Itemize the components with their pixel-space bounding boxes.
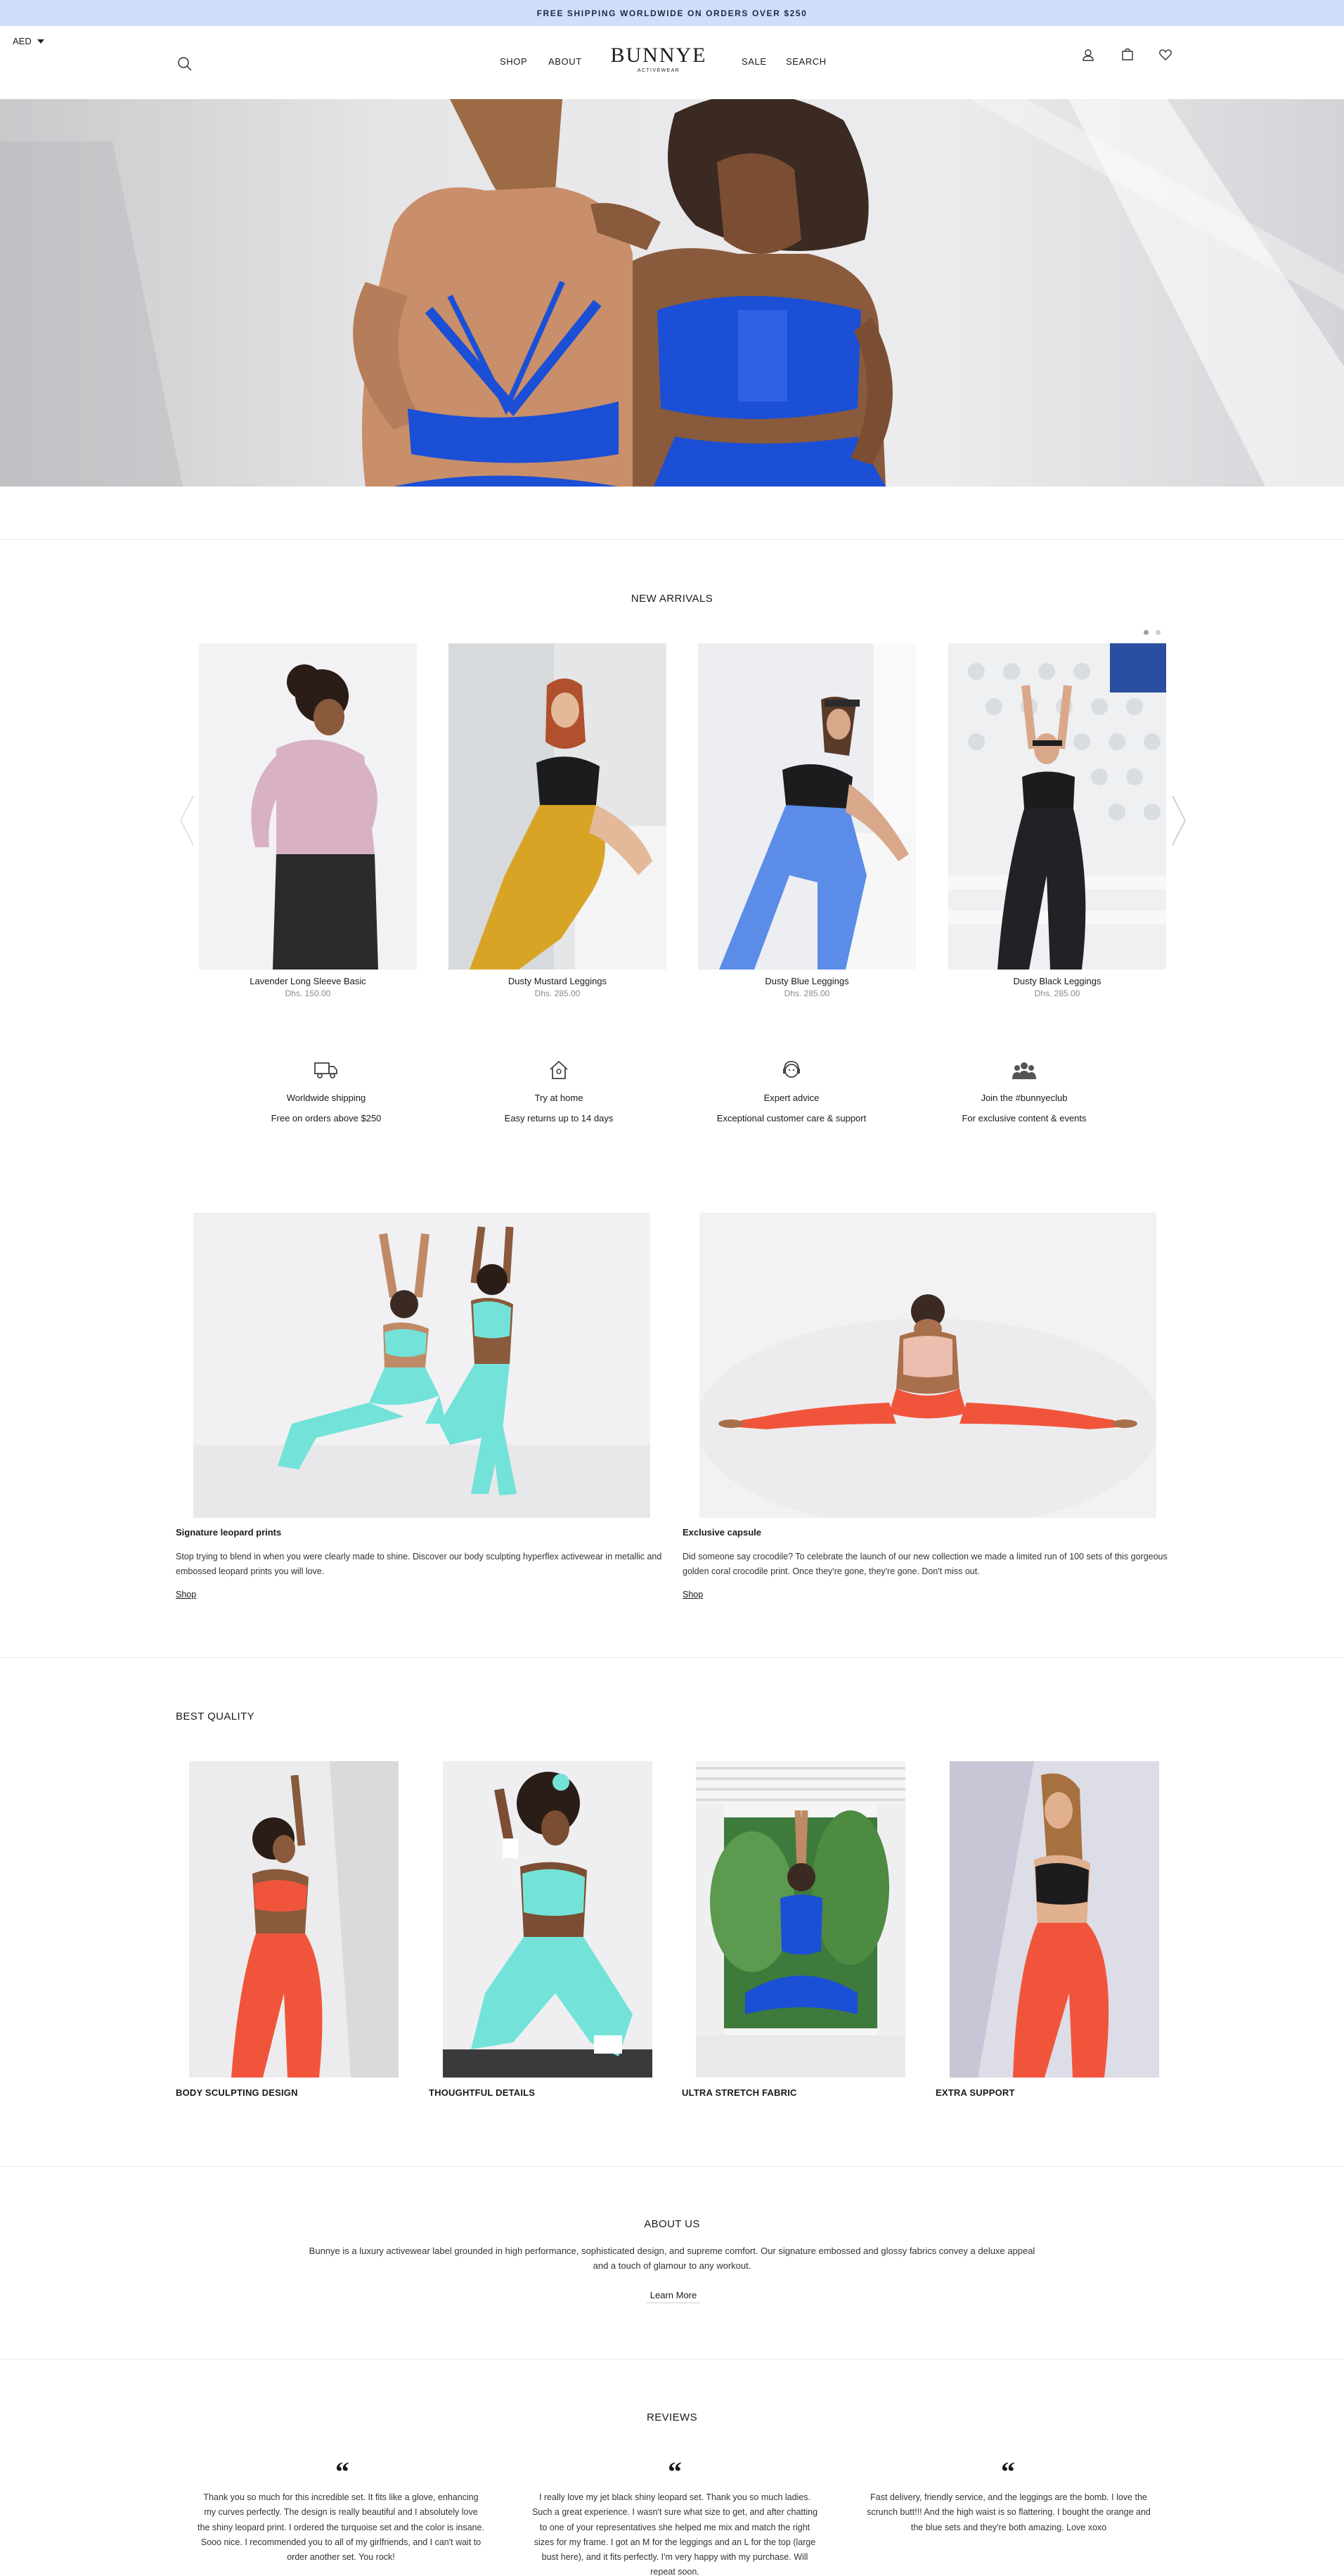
carousel-next-arrow[interactable]: [1170, 794, 1188, 846]
wishlist-icon[interactable]: [1156, 45, 1175, 65]
quality-label: ULTRA STRETCH FABRIC: [682, 2087, 797, 2098]
quality-image: [950, 1761, 1159, 2078]
promo-shop-link[interactable]: Shop: [683, 1590, 703, 1599]
product-name: Dusty Black Leggings: [1013, 976, 1101, 986]
product-card[interactable]: Lavender Long Sleeve Basic Dhs. 150.00: [199, 643, 417, 998]
search-icon[interactable]: [175, 54, 195, 74]
product-card[interactable]: Dusty Black Leggings Dhs. 285.00: [948, 643, 1166, 998]
quality-image: [696, 1761, 905, 2078]
feature-subtitle: Easy returns up to 14 days: [504, 1113, 614, 1123]
product-name: Dusty Blue Leggings: [765, 976, 849, 986]
logo-subtitle: ACTIVEWEAR: [637, 68, 680, 73]
learn-more-button[interactable]: Learn More: [647, 2288, 700, 2303]
product-image: [948, 643, 1166, 970]
carousel-dots: [1144, 630, 1161, 635]
quote-icon: “: [668, 2456, 682, 2487]
quality-card[interactable]: [189, 1761, 399, 2078]
announcement-bar: FREE SHIPPING WORLDWIDE ON ORDERS OVER $…: [0, 0, 1344, 26]
product-price: Dhs. 285.00: [1034, 988, 1080, 998]
site-header: AED SHOP ABOUT BUNNYE ACTIVEWEAR SALE SE…: [0, 26, 1344, 99]
brand-logo[interactable]: BUNNYE ACTIVEWEAR: [609, 44, 709, 74]
product-card[interactable]: Dusty Blue Leggings Dhs. 285.00: [698, 643, 916, 998]
feature-subtitle: Exceptional customer care & support: [716, 1113, 867, 1123]
product-image: [199, 643, 417, 970]
nav-shop[interactable]: SHOP: [500, 56, 527, 67]
quality-card[interactable]: [950, 1761, 1159, 2078]
feature-title: Join the #bunnyeclub: [981, 1093, 1068, 1103]
promo-image-capsule[interactable]: [699, 1213, 1156, 1518]
product-price: Dhs. 285.00: [534, 988, 581, 998]
quote-icon: “: [335, 2456, 349, 2487]
cart-icon[interactable]: [1118, 44, 1137, 64]
review-text: Fast delivery, friendly service, and the…: [867, 2492, 1151, 2532]
announcement-text: FREE SHIPPING WORLDWIDE ON ORDERS OVER $…: [536, 8, 808, 18]
quality-label: BODY SCULPTING DESIGN: [176, 2087, 298, 2098]
review-text: Thank you so much for this incredible se…: [198, 2492, 484, 2562]
promo-body: Did someone say crocodile? To celebrate …: [683, 1552, 1168, 1576]
promo-title: Exclusive capsule: [683, 1527, 762, 1538]
product-price: Dhs. 285.00: [784, 988, 830, 998]
nav-about[interactable]: ABOUT: [548, 56, 582, 67]
promo-image-leopard[interactable]: [193, 1213, 650, 1518]
currency-selector[interactable]: AED: [13, 36, 44, 46]
carousel-prev-arrow[interactable]: [178, 794, 196, 846]
product-name: Dusty Mustard Leggings: [508, 976, 607, 986]
logo-text: BUNNYE: [610, 44, 707, 67]
carousel-dot[interactable]: [1144, 630, 1149, 635]
currency-label: AED: [13, 36, 32, 46]
quality-card[interactable]: [696, 1761, 905, 2078]
quality-image: [443, 1761, 652, 2078]
account-icon[interactable]: [1078, 45, 1098, 65]
feature-subtitle: Free on orders above $250: [271, 1113, 382, 1123]
truck-icon: [312, 1056, 340, 1084]
new-arrivals-title: NEW ARRIVALS: [631, 593, 713, 605]
quote-icon: “: [1001, 2456, 1015, 2487]
carousel-dot[interactable]: [1156, 630, 1161, 635]
product-price: Dhs. 150.00: [285, 988, 331, 998]
product-name: Lavender Long Sleeve Basic: [250, 976, 366, 986]
hero-image: [0, 99, 1344, 487]
support-agent-icon: [777, 1056, 806, 1084]
divider: [0, 2166, 1344, 2167]
nav-sale[interactable]: SALE: [742, 56, 767, 67]
feature-title: Worldwide shipping: [286, 1093, 366, 1103]
nav-search[interactable]: SEARCH: [786, 56, 827, 67]
promo-shop-link[interactable]: Shop: [176, 1590, 196, 1599]
quality-label: EXTRA SUPPORT: [936, 2087, 1015, 2098]
home-icon: [545, 1056, 573, 1084]
quality-label: THOUGHTFUL DETAILS: [429, 2087, 536, 2098]
product-image: [698, 643, 916, 970]
about-body: Bunnye is a luxury activewear label grou…: [309, 2246, 1035, 2272]
product-image: [448, 643, 666, 970]
promo-body: Stop trying to blend in when you were cl…: [176, 1552, 662, 1576]
reviews-title: REVIEWS: [647, 2411, 697, 2423]
review-text: I really love my jet black shiny leopard…: [531, 2492, 818, 2576]
feature-expert-advice: Expert advice Exceptional customer care …: [693, 1056, 890, 1123]
quality-image: [189, 1761, 399, 2078]
product-card[interactable]: Dusty Mustard Leggings Dhs. 285.00: [448, 643, 666, 998]
feature-title: Expert advice: [763, 1093, 820, 1103]
about-title: ABOUT US: [644, 2218, 700, 2230]
feature-community: Join the #bunnyeclub For exclusive conte…: [926, 1056, 1123, 1123]
quality-card[interactable]: [443, 1761, 652, 2078]
chevron-down-icon: [37, 39, 44, 44]
feature-title: Try at home: [534, 1093, 583, 1103]
community-icon: [1010, 1056, 1038, 1084]
divider: [0, 1657, 1344, 1658]
feature-try-at-home: Try at home Easy returns up to 14 days: [460, 1056, 657, 1123]
feature-subtitle: For exclusive content & events: [962, 1113, 1087, 1123]
feature-shipping: Worldwide shipping Free on orders above …: [228, 1056, 425, 1123]
divider: [0, 539, 1344, 540]
hero-banner[interactable]: [0, 99, 1344, 487]
promo-title: Signature leopard prints: [176, 1527, 282, 1538]
best-quality-title: BEST QUALITY: [176, 1711, 255, 1722]
